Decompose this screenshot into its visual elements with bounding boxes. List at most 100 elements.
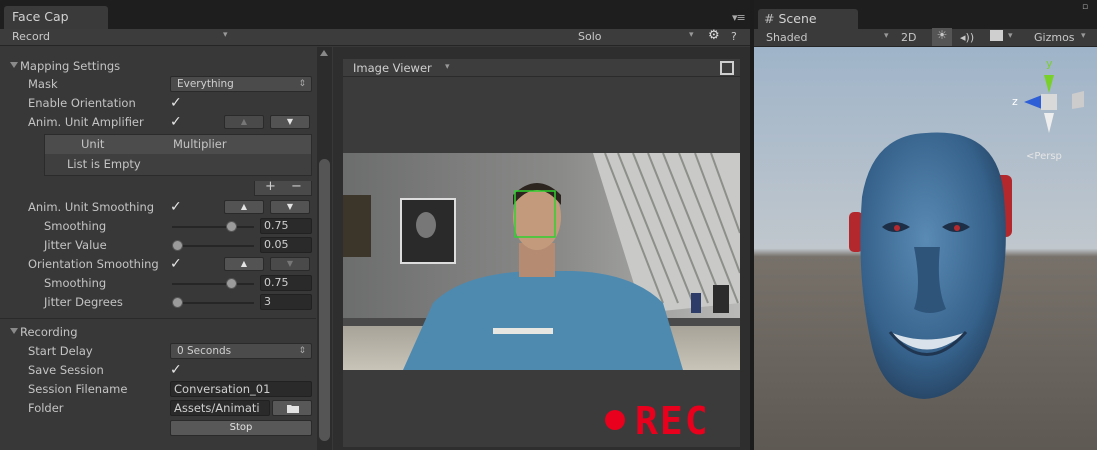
- mapping-settings-header[interactable]: Mapping Settings: [0, 57, 316, 76]
- audio-toggle-icon[interactable]: ◂)): [960, 31, 974, 44]
- gizmo-y-label: y: [1046, 57, 1053, 70]
- unit-smoothing-row: Anim. Unit Smoothing ✓ ▲ ▼: [0, 198, 316, 217]
- orient-smoothing-label: Smoothing: [44, 276, 107, 290]
- smoothing-field[interactable]: 0.75: [260, 218, 312, 234]
- orient-smoothing-slider-track[interactable]: [172, 283, 254, 285]
- smoothing-row: Smoothing 0.75: [0, 217, 316, 236]
- folder-label: Folder: [28, 401, 64, 415]
- folder-input[interactable]: Assets/Animati: [170, 400, 270, 416]
- list-footer: + −: [254, 179, 312, 196]
- maximize-icon[interactable]: [720, 61, 734, 75]
- mapping-settings-label: Mapping Settings: [20, 59, 121, 73]
- projection-label[interactable]: <Persp: [1026, 151, 1062, 162]
- save-session-checkbox[interactable]: ✓: [170, 362, 186, 378]
- smoothing-slider-knob[interactable]: [226, 221, 237, 232]
- inspector-scrollbar[interactable]: [317, 47, 332, 450]
- folder-browse-button[interactable]: [272, 400, 312, 416]
- enable-orientation-checkbox[interactable]: ✓: [170, 95, 186, 111]
- save-session-row: Save Session ✓: [0, 361, 316, 380]
- unit-smoothing-down-button[interactable]: ▼: [270, 200, 310, 214]
- stop-row: Stop: [0, 419, 316, 438]
- list-add-button[interactable]: +: [265, 179, 276, 194]
- solo-dropdown[interactable]: Solo: [578, 30, 602, 43]
- mode-dropdown-arrow-icon[interactable]: ▾: [223, 30, 228, 40]
- mode-dropdown[interactable]: Record: [12, 30, 50, 43]
- mask-label: Mask: [28, 77, 58, 91]
- scrollbar-thumb[interactable]: [319, 159, 330, 441]
- folder-row: Folder Assets/Animati: [0, 399, 316, 418]
- mask-dropdown[interactable]: Everything ⇕: [170, 76, 312, 92]
- start-delay-row: Start Delay 0 Seconds ⇕: [0, 342, 316, 361]
- amplifier-label: Anim. Unit Amplifier: [28, 115, 144, 129]
- rec-label: REC: [635, 399, 710, 443]
- scene-toolbar: Shaded ▾ 2D ☀ ◂)) ▾ Gizmos ▾: [754, 28, 1097, 47]
- tab-scene[interactable]: # Scene: [758, 9, 858, 29]
- amplifier-list: Unit Multiplier List is Empty: [44, 134, 312, 176]
- unit-smoothing-checkbox[interactable]: ✓: [170, 199, 186, 215]
- tab-menu-icon[interactable]: ▾≡: [732, 11, 746, 24]
- amplifier-down-button[interactable]: ▼: [270, 115, 310, 129]
- record-dot-icon: [605, 410, 625, 430]
- amplifier-checkbox[interactable]: ✓: [170, 114, 186, 130]
- tab-face-cap-label: Face Cap: [12, 9, 69, 24]
- list-col-unit: Unit: [81, 137, 105, 151]
- dropdown-arrows-icon: ⇕: [298, 346, 306, 356]
- dropdown-arrows-icon: ⇕: [298, 79, 306, 89]
- amplifier-up-button[interactable]: ▲: [224, 115, 264, 129]
- gizmos-dropdown[interactable]: Gizmos: [1034, 31, 1075, 44]
- foldout-arrow-icon[interactable]: [10, 62, 18, 68]
- start-delay-dropdown[interactable]: 0 Seconds ⇕: [170, 343, 312, 359]
- window-maximize-icon[interactable]: ▫: [1082, 2, 1088, 12]
- help-icon[interactable]: ?: [731, 30, 737, 43]
- face-cap-toolbar: Record ▾ Solo ▾ ⚙ ?: [0, 28, 750, 46]
- list-remove-button[interactable]: −: [291, 179, 302, 194]
- scene-grid-icon: #: [764, 11, 775, 26]
- gear-icon[interactable]: ⚙: [708, 28, 720, 43]
- gizmos-dropdown-arrow-icon[interactable]: ▾: [1081, 31, 1086, 41]
- jitter-value-slider-knob[interactable]: [172, 240, 183, 251]
- shading-dropdown-arrow-icon[interactable]: ▾: [884, 31, 889, 41]
- foldout-arrow-icon[interactable]: [10, 328, 18, 334]
- inspector-panel: Mapping Settings Mask Everything ⇕ Enable…: [0, 47, 316, 450]
- mask-value: Everything: [177, 78, 234, 90]
- 2d-toggle[interactable]: 2D: [901, 31, 916, 44]
- scene-viewport[interactable]: y z <Persp: [754, 47, 1097, 450]
- tab-face-cap[interactable]: Face Cap: [4, 6, 108, 29]
- orient-smoothing-field[interactable]: 0.75: [260, 275, 312, 291]
- stop-button[interactable]: Stop: [170, 420, 312, 436]
- session-filename-input[interactable]: Conversation_01: [170, 381, 312, 397]
- orientation-smoothing-down-button[interactable]: ▼: [270, 257, 310, 271]
- session-filename-row: Session Filename Conversation_01: [0, 380, 316, 399]
- image-viewer-tab[interactable]: Image Viewer ▾: [343, 59, 740, 77]
- enable-orientation-label: Enable Orientation: [28, 96, 136, 110]
- smoothing-slider-track[interactable]: [172, 226, 254, 228]
- jitter-value-label: Jitter Value: [44, 238, 107, 252]
- jitter-value-slider-track[interactable]: [172, 245, 254, 247]
- image-viewer-area: Image Viewer ▾ REC: [333, 47, 750, 450]
- start-delay-value: 0 Seconds: [177, 345, 232, 357]
- orientation-smoothing-label: Orientation Smoothing: [28, 257, 159, 271]
- folder-icon: [287, 405, 299, 413]
- jitter-degrees-slider-track[interactable]: [172, 302, 254, 304]
- list-header: Unit Multiplier: [45, 135, 311, 154]
- unit-smoothing-up-button[interactable]: ▲: [224, 200, 264, 214]
- recording-header[interactable]: Recording: [0, 323, 316, 342]
- scroll-up-arrow-icon[interactable]: [320, 50, 328, 56]
- orient-smoothing-slider-knob[interactable]: [226, 278, 237, 289]
- session-filename-label: Session Filename: [28, 382, 128, 396]
- image-viewer-panel: Image Viewer ▾ REC: [343, 59, 740, 447]
- jitter-value-field[interactable]: 0.05: [260, 237, 312, 253]
- orientation-smoothing-row: Orientation Smoothing ✓ ▲ ▼: [0, 255, 316, 274]
- unit-smoothing-label: Anim. Unit Smoothing: [28, 200, 155, 214]
- shading-dropdown[interactable]: Shaded: [766, 31, 807, 44]
- solo-dropdown-arrow-icon[interactable]: ▾: [689, 30, 694, 40]
- jitter-value-row: Jitter Value 0.05: [0, 236, 316, 255]
- orientation-smoothing-up-button[interactable]: ▲: [224, 257, 264, 271]
- jitter-degrees-slider-knob[interactable]: [172, 297, 183, 308]
- orientation-smoothing-checkbox[interactable]: ✓: [170, 256, 186, 272]
- image-viewer-dropdown-arrow-icon[interactable]: ▾: [445, 62, 450, 72]
- lighting-toggle-icon[interactable]: ☀: [932, 28, 952, 46]
- effects-dropdown-arrow-icon[interactable]: ▾: [1008, 31, 1013, 41]
- effects-toggle-icon[interactable]: [990, 30, 1003, 41]
- jitter-degrees-field[interactable]: 3: [260, 294, 312, 310]
